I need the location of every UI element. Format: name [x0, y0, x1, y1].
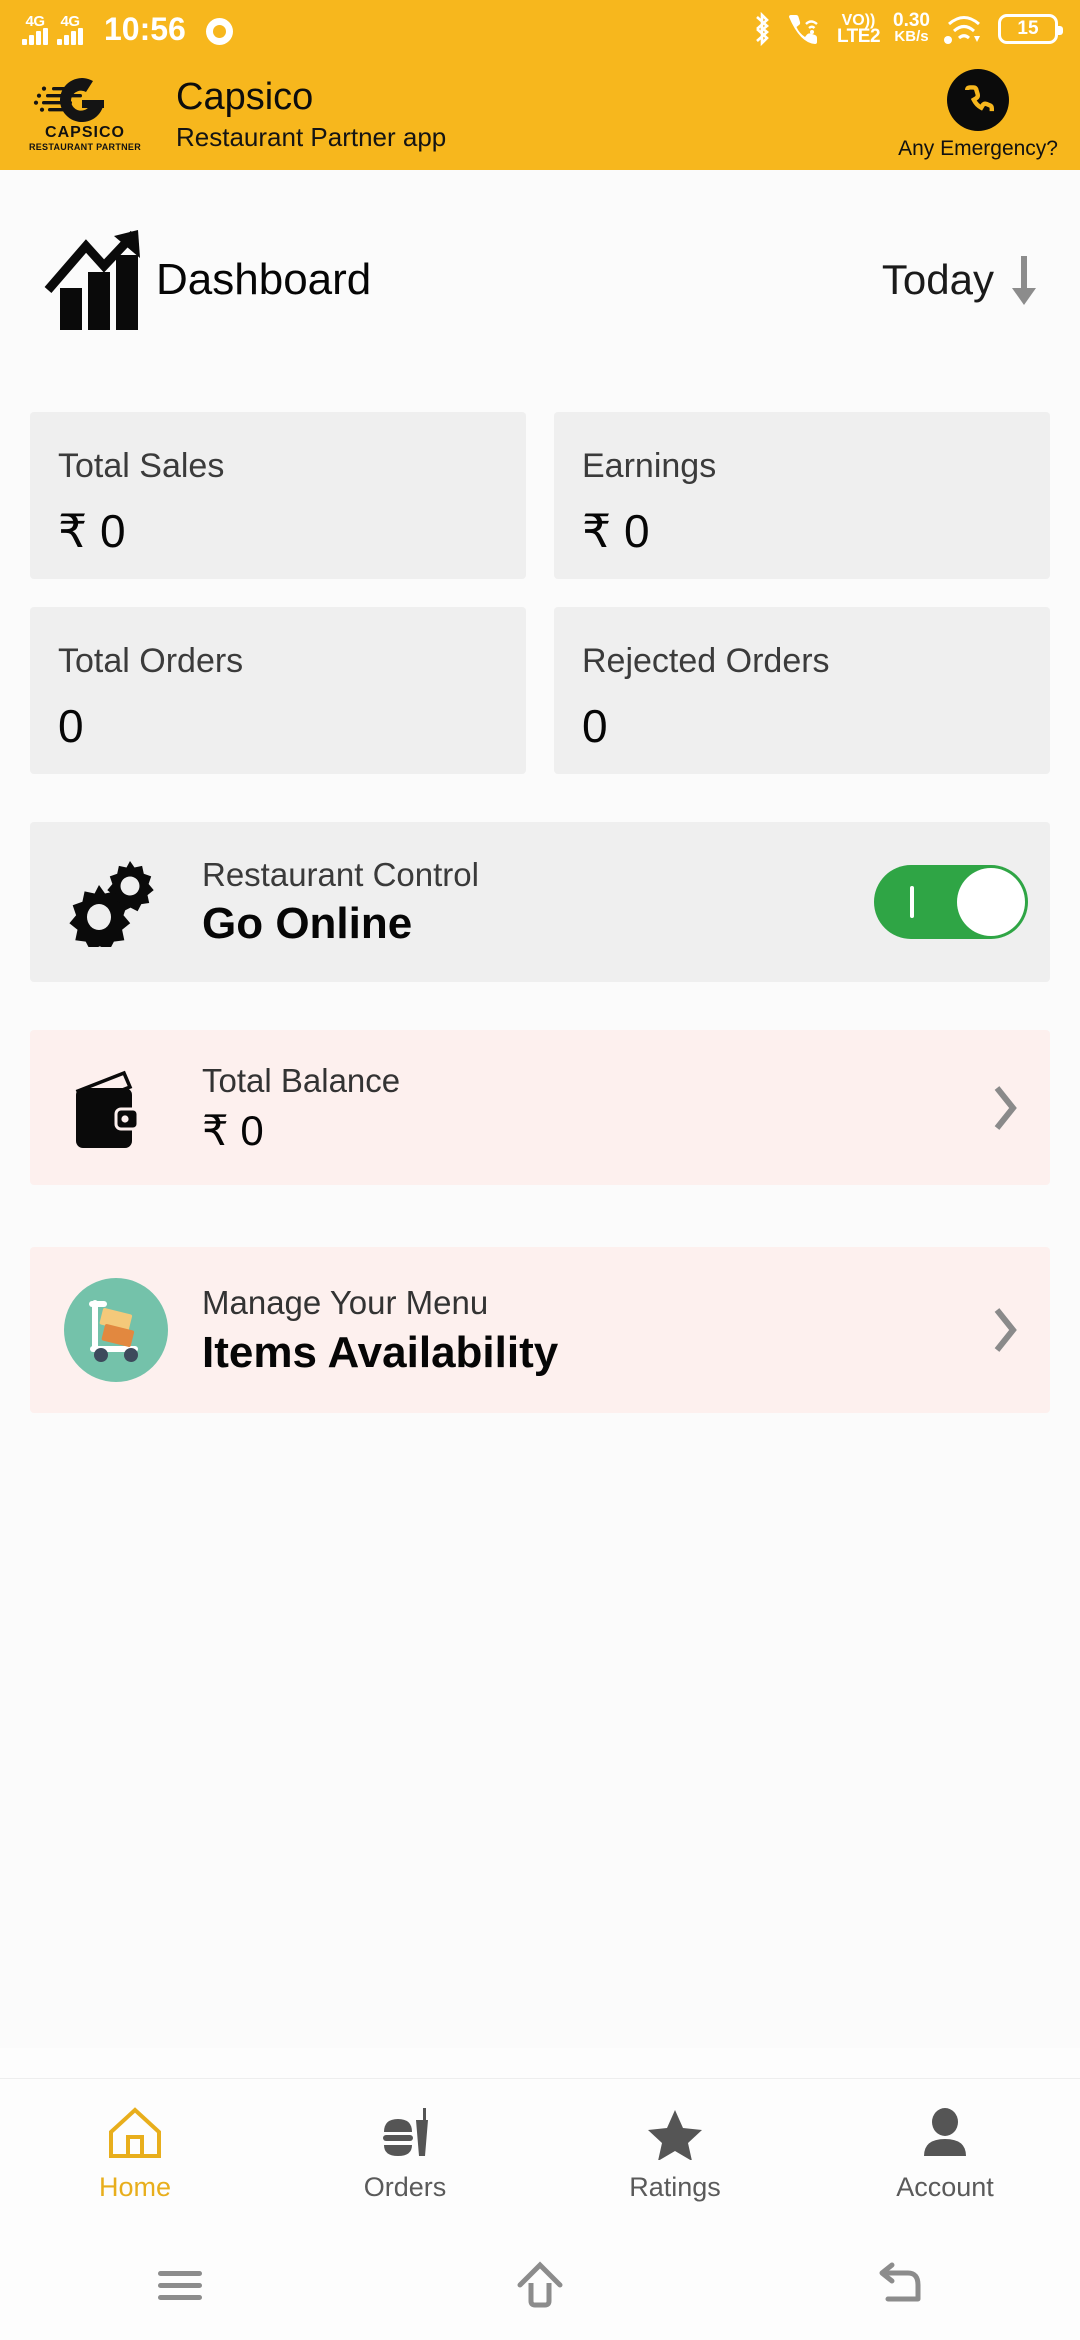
- period-selector[interactable]: Today: [882, 254, 1038, 306]
- battery-indicator: 15: [998, 14, 1063, 44]
- network-speed: 0.30 KB/s: [893, 10, 930, 45]
- page-title: Dashboard: [156, 255, 372, 304]
- home-icon: [106, 2106, 164, 2160]
- stat-label: Total Sales: [58, 447, 225, 485]
- tab-label: Account: [896, 2172, 994, 2202]
- battery-level-label: 15: [1017, 18, 1039, 39]
- restaurant-control-texts: Restaurant Control Go Online: [202, 855, 479, 949]
- app-bar-titles: Capsico Restaurant Partner app: [176, 77, 446, 151]
- status-bar-left: 4G 4G 10:56: [22, 13, 233, 45]
- manage-menu-title: Items Availability: [202, 1328, 559, 1377]
- sim2-signal: 4G: [57, 13, 83, 45]
- total-balance-texts: Total Balance ₹ 0: [202, 1061, 400, 1155]
- dashboard-header: Dashboard Today: [0, 170, 1080, 332]
- tab-home[interactable]: Home: [0, 2106, 270, 2203]
- sim1-bars-icon: [22, 28, 48, 45]
- wifi-icon: [944, 16, 980, 44]
- tab-label: Ratings: [629, 2172, 721, 2202]
- delivery-trolley-icon: [64, 1278, 168, 1382]
- app-screen: 4G 4G 10:56 VO)) LTE2 0.30 KB/s 15 CAPSI…: [0, 0, 1080, 2340]
- growth-chart-icon: [44, 230, 140, 330]
- stat-card-rejected-orders[interactable]: Rejected Orders 0: [554, 607, 1050, 774]
- period-label: Today: [881, 256, 994, 303]
- home-outline-icon: [517, 2261, 563, 2308]
- capsico-logo-tagline: RESTAURANT PARTNER: [28, 142, 142, 152]
- phone-icon: [947, 68, 1010, 131]
- toggle-on-mark: [910, 886, 914, 918]
- status-bar-clock: 10:56: [104, 11, 186, 47]
- restaurant-control-title: Go Online: [202, 899, 413, 948]
- stat-label: Rejected Orders: [582, 642, 830, 680]
- stat-value: ₹ 0: [58, 505, 126, 557]
- stat-card-total-orders[interactable]: Total Orders 0: [30, 607, 526, 774]
- volte-indicator: VO)) LTE2: [836, 13, 881, 47]
- recents-button[interactable]: [0, 2261, 360, 2309]
- tab-orders[interactable]: Orders: [270, 2106, 540, 2203]
- status-bar: 4G 4G 10:56 VO)) LTE2 0.30 KB/s 15: [0, 0, 1080, 58]
- tab-ratings[interactable]: Ratings: [540, 2106, 810, 2203]
- stat-label: Total Orders: [58, 642, 244, 680]
- sim2-network-label: 4G: [60, 13, 80, 30]
- fastfood-icon: [376, 2106, 434, 2160]
- restaurant-control-subtitle: Restaurant Control: [202, 856, 479, 893]
- stat-value: 0: [58, 700, 84, 752]
- tab-label: Home: [98, 2172, 172, 2202]
- bluetooth-icon: [756, 12, 769, 46]
- manage-menu-texts: Manage Your Menu Items Availability: [202, 1283, 558, 1377]
- total-balance-value: ₹ 0: [202, 1106, 264, 1154]
- chevron-right-icon[interactable]: [992, 1084, 1018, 1132]
- wallet-icon: [64, 1063, 168, 1153]
- tab-account[interactable]: Account: [810, 2106, 1080, 2203]
- emergency-label: Any Emergency?: [898, 136, 1058, 160]
- star-icon: [646, 2106, 704, 2160]
- chevron-right-icon[interactable]: [992, 1306, 1018, 1354]
- back-arrow-icon: [879, 2262, 921, 2302]
- capsico-logo-wordmark: CAPSICO: [45, 124, 125, 141]
- stat-value: ₹ 0: [582, 505, 650, 557]
- restaurant-control-card: Restaurant Control Go Online: [30, 822, 1050, 982]
- tab-label: Orders: [363, 2172, 447, 2202]
- go-online-toggle[interactable]: [874, 865, 1028, 939]
- net-speed-unit: KB/s: [894, 28, 929, 45]
- hotspot-icon: [944, 36, 952, 44]
- volte-label-bottom: LTE2: [836, 26, 881, 47]
- main-content: Dashboard Today Total Sales ₹ 0 Earnings…: [0, 170, 1080, 2048]
- app-title: Capsico: [176, 76, 314, 118]
- sim2-bars-icon: [57, 28, 83, 45]
- sim1-signal: 4G: [22, 13, 48, 45]
- app-subtitle: Restaurant Partner app: [176, 122, 447, 152]
- toggle-knob[interactable]: [957, 868, 1025, 936]
- menu-lines-icon: [158, 2271, 202, 2300]
- chrome-icon: [205, 18, 233, 45]
- emergency-button[interactable]: Any Emergency?: [898, 68, 1058, 160]
- stat-label: Earnings: [582, 447, 717, 485]
- capsico-logo: CAPSICO RESTAURANT PARTNER: [26, 76, 144, 152]
- android-navigation-bar: [0, 2230, 1080, 2340]
- total-balance-card[interactable]: Total Balance ₹ 0: [30, 1030, 1050, 1185]
- status-bar-right: VO)) LTE2 0.30 KB/s 15: [751, 10, 1063, 47]
- avatar: [64, 1278, 168, 1382]
- wifi-calling-icon: [788, 15, 818, 44]
- total-balance-label: Total Balance: [202, 1061, 401, 1099]
- stats-grid: Total Sales ₹ 0 Earnings ₹ 0 Total Order…: [0, 332, 1080, 774]
- person-icon: [916, 2106, 974, 2160]
- home-button[interactable]: [360, 2259, 720, 2311]
- bottom-tab-bar: Home Orders Ratings Account: [0, 2078, 1080, 2230]
- gears-icon: [69, 861, 154, 947]
- manage-menu-subtitle: Manage Your Menu: [202, 1284, 489, 1321]
- manage-menu-card[interactable]: Manage Your Menu Items Availability: [30, 1247, 1050, 1413]
- stat-value: 0: [582, 700, 608, 752]
- stat-card-earnings[interactable]: Earnings ₹ 0: [554, 412, 1050, 579]
- back-button[interactable]: [720, 2259, 1080, 2311]
- net-speed-value: 0.30: [893, 10, 930, 31]
- stat-card-total-sales[interactable]: Total Sales ₹ 0: [30, 412, 526, 579]
- arrow-down-icon: [1012, 256, 1036, 305]
- app-bar: CAPSICO RESTAURANT PARTNER Capsico Resta…: [0, 58, 1080, 170]
- capsico-logo-mark-icon: [33, 78, 105, 123]
- sim1-network-label: 4G: [25, 13, 45, 30]
